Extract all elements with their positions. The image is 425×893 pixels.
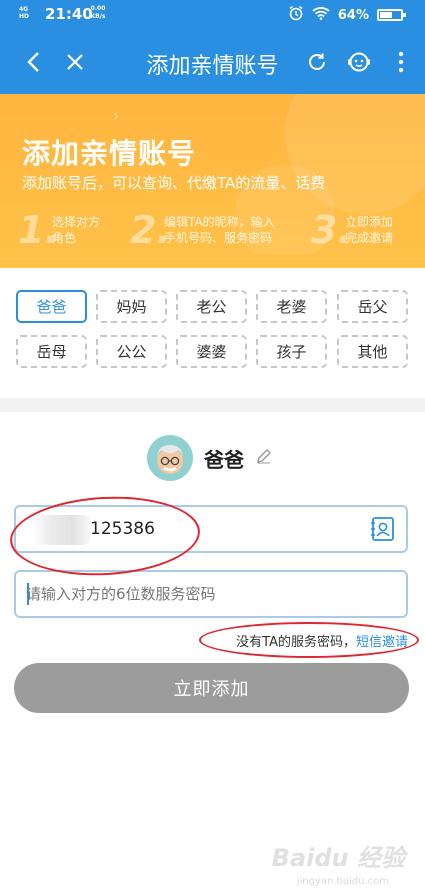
battery-level bbox=[380, 12, 392, 18]
status-time: 21:40 bbox=[45, 5, 93, 23]
relation-option[interactable]: 老婆 bbox=[256, 290, 327, 323]
battery-percent: 64% bbox=[337, 7, 369, 23]
step-1: 1. 选择对方 角色 bbox=[18, 208, 118, 252]
network-speed: 0.00 KB/s bbox=[88, 5, 108, 21]
step-line: 编辑TA的昵称，输入 bbox=[164, 215, 275, 229]
hint-text: 没有TA的服务密码， bbox=[236, 635, 356, 650]
network-speed-value: 0.00 bbox=[90, 5, 106, 12]
phone-field[interactable]: 125386 bbox=[14, 505, 408, 553]
relation-option[interactable]: 岳父 bbox=[337, 290, 408, 323]
relation-option[interactable]: 老公 bbox=[176, 290, 247, 323]
wifi-icon bbox=[312, 6, 330, 24]
relation-option[interactable]: 公公 bbox=[96, 335, 167, 368]
phone-value: 125386 bbox=[90, 519, 155, 539]
watermark: Baidu 经验 bbox=[271, 844, 405, 872]
network-speed-unit: KB/s bbox=[90, 13, 106, 20]
add-now-button[interactable]: 立即添加 bbox=[14, 663, 409, 713]
profile-name: 爸爸 bbox=[204, 448, 244, 472]
alarm-icon bbox=[288, 5, 304, 25]
more-icon[interactable] bbox=[381, 42, 421, 82]
step-3: 3. 立即添加 完成邀请 bbox=[311, 208, 421, 252]
battery-icon bbox=[377, 9, 406, 21]
relation-option[interactable]: 岳母 bbox=[16, 335, 87, 368]
step-line: 手机号码、服务密码 bbox=[164, 231, 273, 245]
banner: 添加亲情账号 添加账号后，可以查询、代缴TA的流量、话费 1. 选择对方 角色 ›… bbox=[0, 94, 425, 268]
close-icon[interactable] bbox=[55, 42, 95, 82]
banner-subtitle: 添加账号后，可以查询、代缴TA的流量、话费 bbox=[22, 174, 326, 192]
refresh-icon[interactable] bbox=[297, 42, 337, 82]
nav-bar: 添加亲情账号 bbox=[0, 30, 425, 94]
relation-option[interactable]: 其他 bbox=[337, 335, 408, 368]
edit-icon[interactable] bbox=[256, 448, 272, 468]
step-line: 角色 bbox=[52, 231, 77, 245]
status-bar: 4G HD 21:40 0.00 KB/s 64% bbox=[0, 0, 425, 30]
invite-hint: 没有TA的服务密码，短信邀请 bbox=[236, 631, 408, 650]
relation-option[interactable]: 婆婆 bbox=[176, 335, 247, 368]
contacts-icon[interactable] bbox=[370, 516, 396, 546]
watermark-url: jingyan.baidu.com bbox=[296, 876, 389, 887]
network-indicator: 4G HD bbox=[19, 6, 30, 20]
back-icon[interactable] bbox=[14, 42, 54, 82]
customer-service-icon[interactable] bbox=[339, 42, 379, 82]
relation-option[interactable]: 妈妈 bbox=[96, 290, 167, 323]
step-2: 2. 编辑TA的昵称，输入 手机号码、服务密码 bbox=[130, 208, 300, 252]
step-line: 完成邀请 bbox=[345, 231, 394, 245]
relation-option[interactable]: 孩子 bbox=[256, 335, 327, 368]
add-account-form: 爸爸 125386 没有TA的服务密码，短信邀请 立即添加 Baidu 经验 j… bbox=[0, 412, 425, 893]
password-input[interactable] bbox=[26, 582, 396, 606]
banner-title: 添加亲情账号 bbox=[22, 137, 197, 170]
sms-invite-link[interactable]: 短信邀请 bbox=[356, 635, 408, 650]
step-line: 立即添加 bbox=[345, 215, 394, 229]
chevron-right-icon: › bbox=[113, 106, 120, 125]
relation-option[interactable]: 爸爸 bbox=[16, 290, 87, 323]
password-field[interactable] bbox=[14, 570, 408, 618]
avatar bbox=[147, 435, 193, 481]
relation-selector: 爸爸 妈妈 老公 老婆 岳父 岳母 公公 婆婆 孩子 其他 bbox=[0, 268, 425, 398]
masked-digits bbox=[32, 515, 90, 545]
step-line: 选择对方 bbox=[52, 215, 101, 229]
